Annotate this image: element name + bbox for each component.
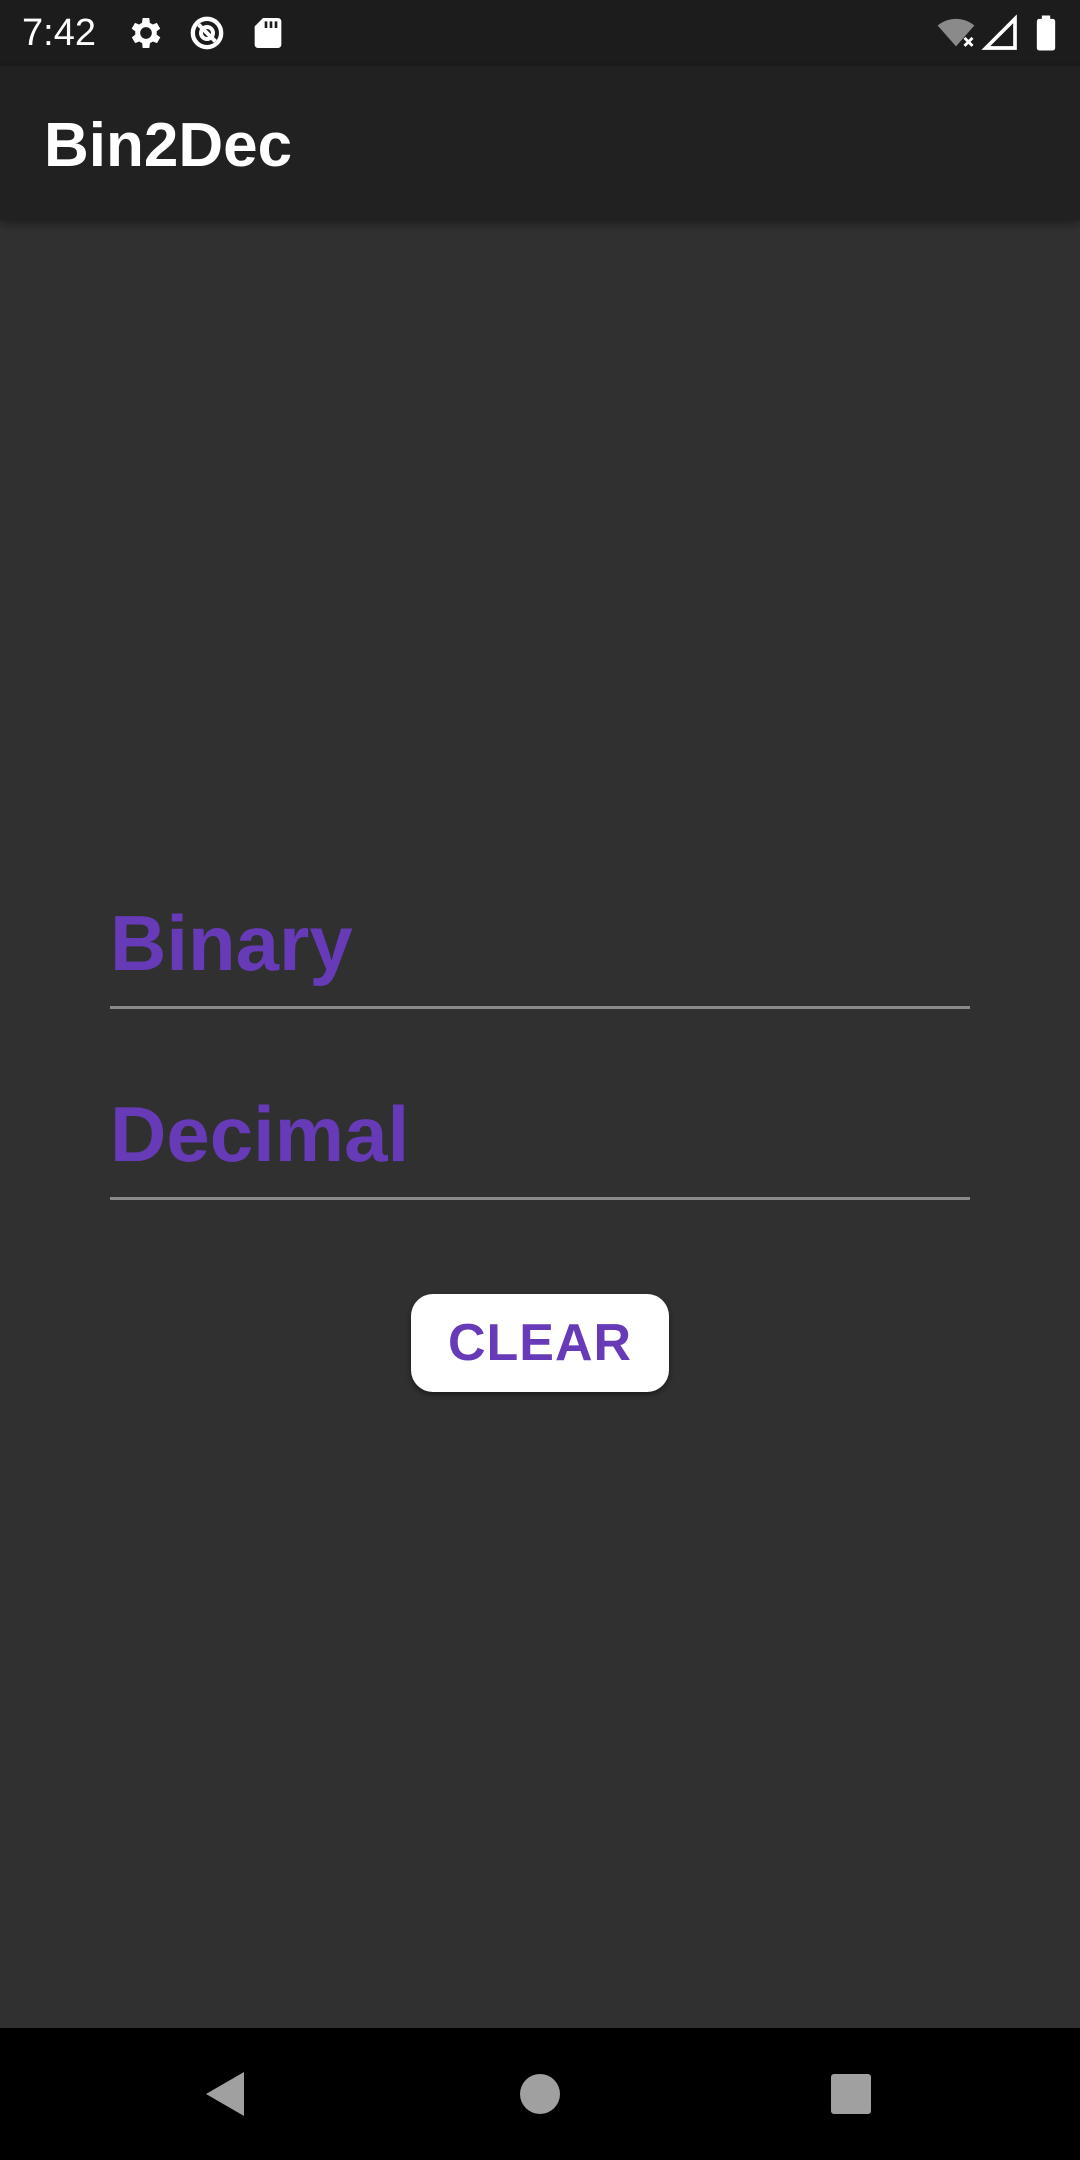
decimal-underline <box>110 1197 970 1200</box>
decimal-input[interactable] <box>110 1071 970 1197</box>
home-icon[interactable] <box>500 2054 580 2134</box>
binary-input[interactable] <box>110 880 970 1006</box>
settings-icon <box>126 13 166 53</box>
cell-signal-icon <box>980 13 1020 53</box>
binary-underline <box>110 1006 970 1009</box>
binary-field <box>110 880 970 1010</box>
navigation-bar <box>0 2028 1080 2160</box>
data-saver-icon <box>187 13 227 53</box>
app-title: Bin2Dec <box>44 111 293 180</box>
sd-card-icon <box>248 13 288 53</box>
wifi-off-icon <box>936 13 976 53</box>
battery-icon <box>1026 13 1066 53</box>
status-time: 7:42 <box>22 12 96 54</box>
back-icon[interactable] <box>186 2054 266 2134</box>
clear-button[interactable]: CLEAR <box>411 1294 669 1392</box>
decimal-field <box>110 1071 970 1201</box>
app-bar: Bin2Dec <box>0 66 1080 220</box>
recents-icon[interactable] <box>811 2054 891 2134</box>
status-bar: 7:42 <box>0 0 1080 66</box>
